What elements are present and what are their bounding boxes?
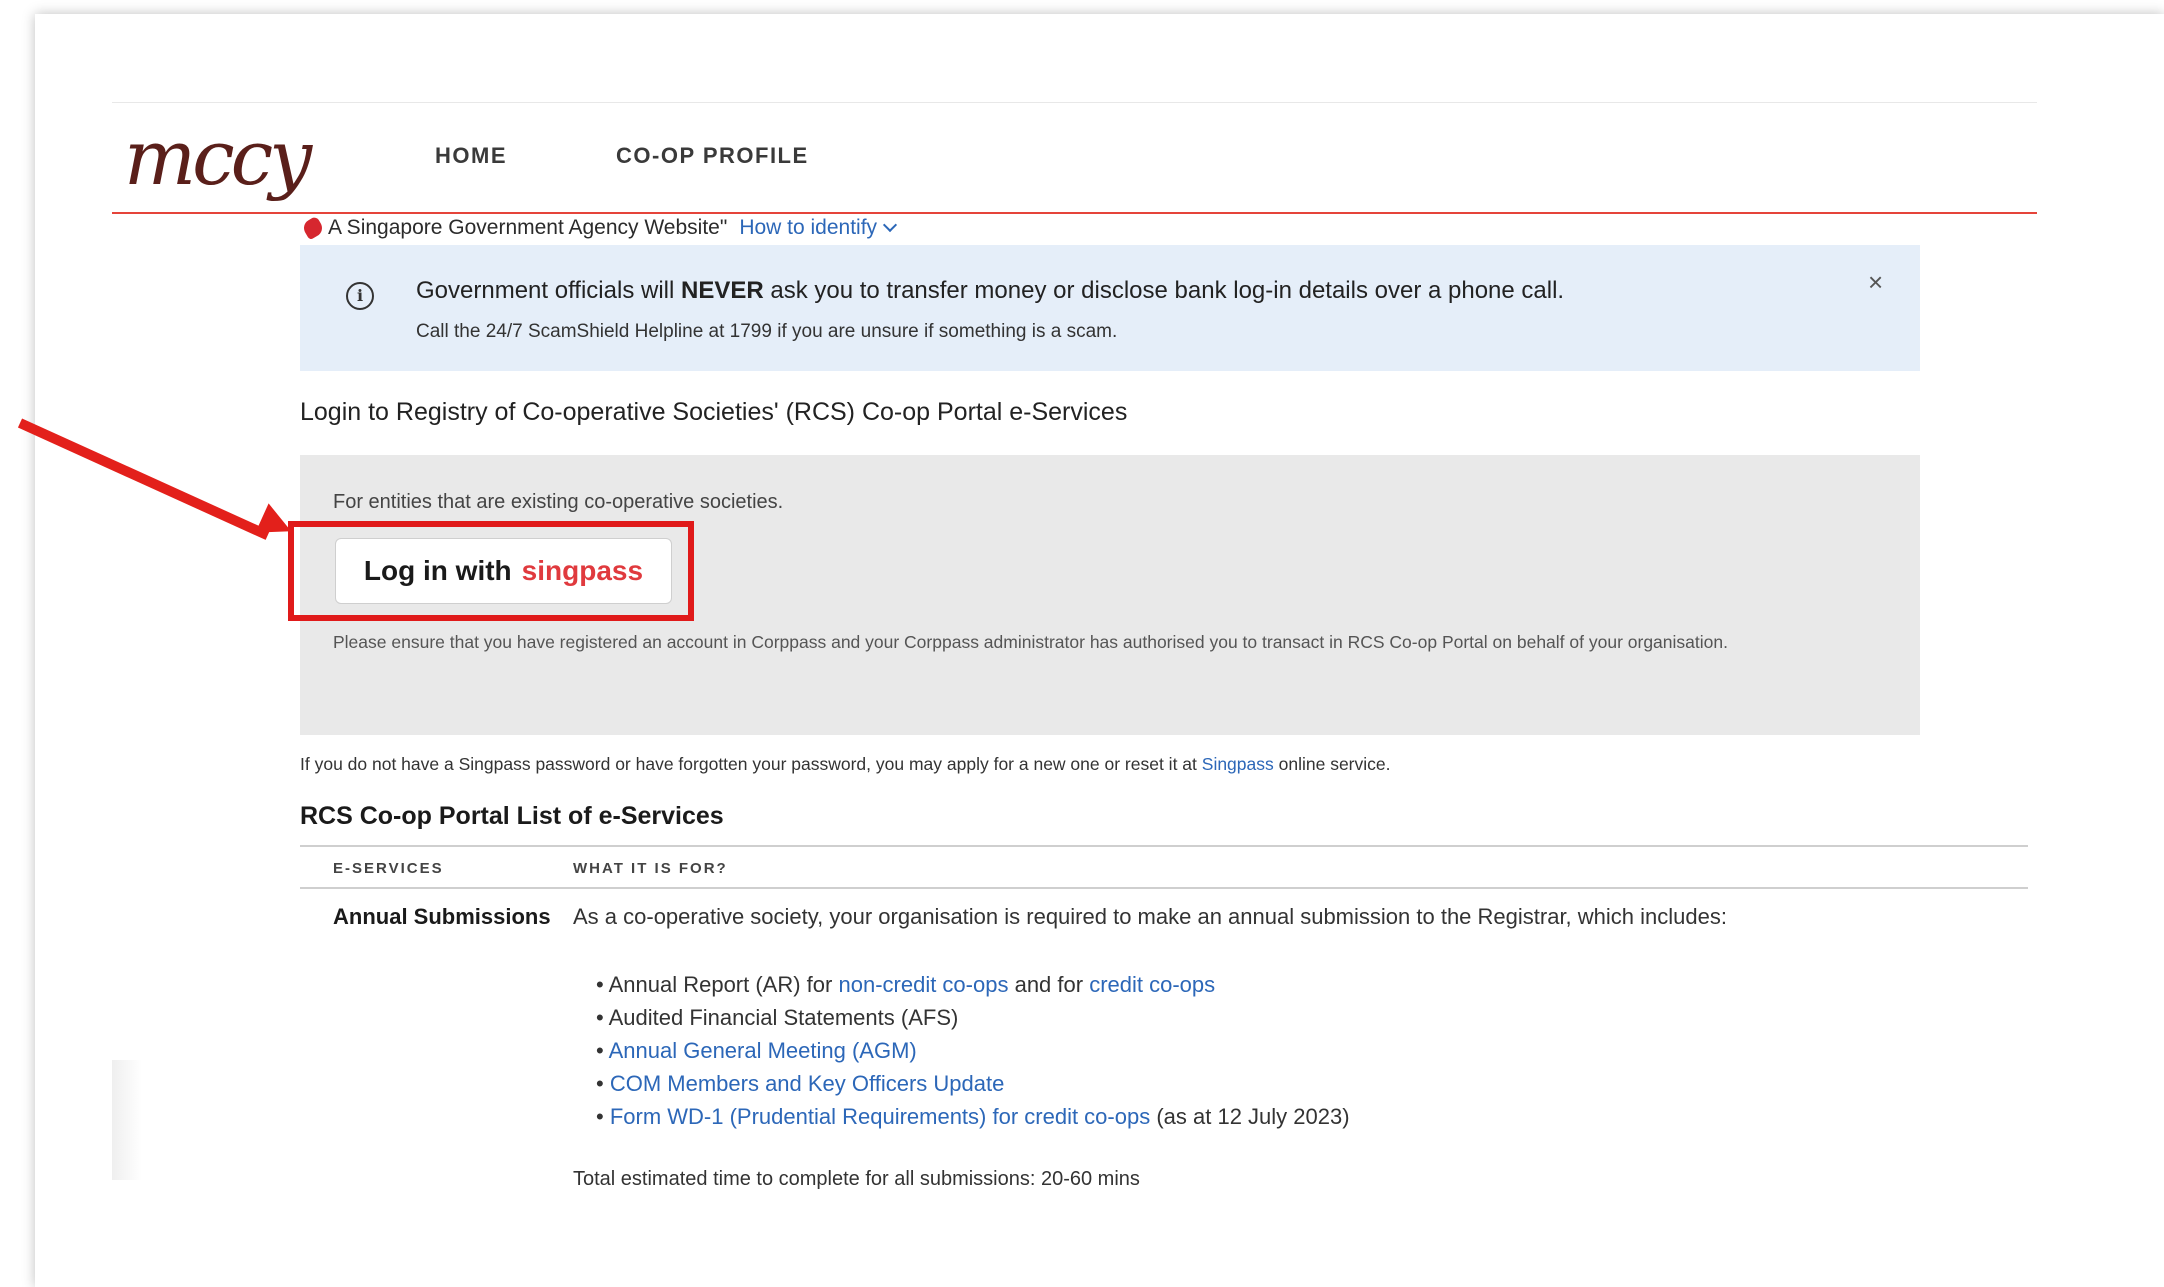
notice-message: Government officials will NEVER ask you …	[416, 277, 1564, 305]
nav-coop-profile[interactable]: CO-OP PROFILE	[616, 143, 809, 169]
list-item-ar: • Annual Report (AR) for non-credit co-o…	[596, 968, 1350, 1001]
table-header-rule	[300, 887, 2028, 889]
mccy-logo[interactable]: mccy	[124, 118, 324, 198]
com-members-link[interactable]: COM Members and Key Officers Update	[610, 1071, 1005, 1096]
singpass-link[interactable]: Singpass	[1202, 754, 1274, 774]
list-item-agm: • Annual General Meeting (AGM)	[596, 1034, 1350, 1067]
notice-text-pre: Government officials will	[416, 277, 681, 304]
scam-notice: i Government officials will NEVER ask yo…	[300, 245, 1920, 371]
notice-text-post: ask you to transfer money or disclose ba…	[763, 277, 1565, 304]
notice-helpline-text: Call the 24/7 ScamShield Helpline at 179…	[416, 321, 1118, 342]
how-to-identify-link[interactable]: How to identify	[739, 216, 877, 240]
credit-coops-link[interactable]: credit co-ops	[1089, 972, 1215, 997]
corppass-notice: Please ensure that you have registered a…	[333, 632, 1728, 652]
lion-head-icon	[300, 215, 326, 241]
submission-list: • Annual Report (AR) for non-credit co-o…	[596, 968, 1350, 1133]
forgot-password-text: If you do not have a Singpass password o…	[300, 754, 1391, 775]
chevron-down-icon[interactable]	[882, 217, 898, 233]
info-icon: i	[346, 282, 374, 310]
list-item-afs: • Audited Financial Statements (AFS)	[596, 1005, 959, 1030]
agm-link[interactable]: Annual General Meeting (AGM)	[609, 1038, 917, 1063]
non-credit-coops-link[interactable]: non-credit co-ops	[838, 972, 1008, 997]
entity-description: For entities that are existing co-operat…	[333, 491, 784, 513]
bullet: •	[596, 1071, 610, 1096]
forgot-text-pre: If you do not have a Singpass password o…	[300, 754, 1202, 774]
list-item-wd1: • Form WD-1 (Prudential Requirements) fo…	[596, 1100, 1350, 1133]
page-edge-shadow	[112, 1060, 142, 1180]
notice-text-bold: NEVER	[680, 277, 764, 304]
eservices-heading: RCS Co-op Portal List of e-Services	[300, 802, 724, 830]
ar-mid-text: and for	[1008, 972, 1090, 997]
list-item-com: • COM Members and Key Officers Update	[596, 1067, 1350, 1100]
close-icon[interactable]: ×	[1868, 267, 1883, 298]
gov-agency-text: A Singapore Government Agency Website"	[328, 216, 728, 239]
header-red-divider	[112, 212, 2037, 214]
service-name: Annual Submissions	[333, 904, 551, 929]
forgot-text-post: online service.	[1273, 754, 1391, 774]
table-top-rule	[300, 845, 2028, 847]
column-header-eservices: E-SERVICES	[333, 860, 444, 877]
nav-home[interactable]: HOME	[435, 143, 507, 169]
total-time-text: Total estimated time to complete for all…	[573, 1168, 1140, 1190]
form-wd1-link[interactable]: Form WD-1 (Prudential Requirements) for …	[610, 1104, 1150, 1129]
gov-agency-banner: A Singapore Government Agency Website" H…	[300, 215, 898, 241]
bullet: •	[596, 1104, 610, 1129]
logo-text: mccy	[124, 113, 312, 202]
column-header-purpose: WHAT IT IS FOR?	[573, 860, 728, 877]
top-divider	[112, 102, 2037, 103]
service-description: As a co-operative society, your organisa…	[573, 904, 1727, 929]
ar-text: • Annual Report (AR) for	[596, 972, 839, 997]
annotation-highlight-box	[288, 521, 694, 621]
wd1-date-text: (as at 12 July 2023)	[1150, 1104, 1350, 1129]
bullet: •	[596, 1038, 609, 1063]
login-title: Login to Registry of Co-operative Societ…	[300, 398, 1128, 426]
